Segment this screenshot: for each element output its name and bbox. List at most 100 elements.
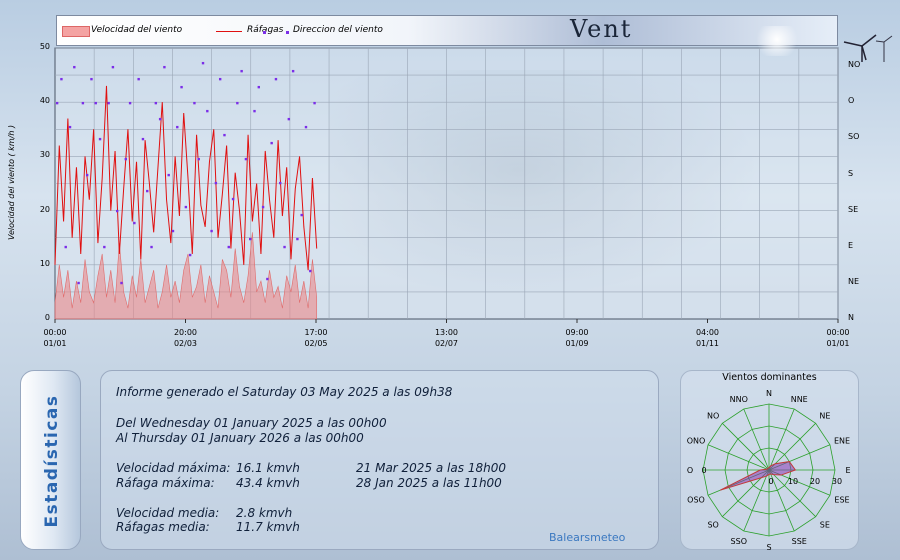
direction-point [163,65,166,69]
direction-point [214,181,218,185]
direction-point [274,77,278,81]
avg-gust-value: 11.7 kmvh [236,520,300,534]
wind-turbine-icon [843,34,893,62]
direction-point [231,197,235,201]
legend-banner: Velocidad del viento Ráfagas Direccion d… [56,15,893,62]
rose-direction-label: SSE [792,537,807,546]
direction-tick-label: E [848,240,854,250]
max-speed-label: Velocidad máxima: [116,461,231,475]
rose-direction-label: S [766,543,771,550]
rose-direction-label: OSO [687,495,705,504]
rose-ring-label: 0 [701,466,706,475]
direction-point [141,137,145,141]
rose-direction-label: NE [819,412,830,421]
direction-point [304,125,308,129]
max-speed-value: 16.1 kmvh [236,461,300,475]
direction-point [158,117,162,121]
rose-direction-label: SSO [731,537,747,546]
direction-point [193,101,196,105]
legend-label-direction: Direccion del viento [293,25,383,35]
brand-link[interactable]: Balearsmeteo [549,531,625,544]
direction-point [167,173,170,177]
y-axis-label: Velocidad del viento ( km/h ) [7,124,16,240]
direction-point [287,117,291,121]
direction-point [240,69,243,73]
rose-direction-label: E [845,466,850,475]
legend-label-speed: Velocidad del viento [91,25,183,35]
avg-speed-value: 2.8 kmvh [236,506,293,520]
rose-direction-label: O [687,466,693,475]
direction-point [94,101,97,105]
direction-point [266,277,269,281]
report-to: Al Thursday 01 January 2026 a las 00h00 [116,431,364,445]
rose-ring-label: 20 [810,477,820,486]
rose-direction-label: ONO [687,437,706,446]
direction-point [81,101,85,105]
x-tick-label: 20:00 02/03 [173,328,198,348]
y-tick-label: 40 [39,96,50,106]
direction-tick-label: N [848,313,854,322]
legend-swatch-speed [62,26,90,37]
direction-point [270,141,273,145]
direction-point [253,109,256,113]
y-tick-label: 0 [44,313,50,322]
max-gust-date: 28 Jan 2025 a las 11h00 [356,476,502,490]
direction-point [313,101,316,105]
direction-point [55,101,59,105]
direction-point [227,245,230,249]
x-tick-label: 09:00 01/09 [565,328,589,348]
sun-graphic [747,26,807,56]
direction-point [128,101,132,105]
direction-point [188,253,192,257]
direction-point [137,77,140,81]
direction-point [249,237,252,241]
legend-dot-2 [286,31,289,34]
max-gust-label: Ráfaga máxima: [116,476,215,490]
rose-direction-label: NNE [791,395,808,404]
direction-tick-label: NO [848,60,861,70]
direction-point [201,61,205,65]
direction-point [176,125,179,129]
rose-direction-label: ESE [834,495,849,504]
direction-point [291,69,295,73]
stats-tab-label: Estadísticas [42,394,62,528]
x-tick-label: 00:00 01/01 [826,328,850,348]
direction-tick-label: NE [848,276,860,286]
direction-point [120,281,123,285]
direction-point [257,85,260,89]
rose-direction-label: ENE [834,437,850,446]
y-tick-label: 30 [39,150,50,160]
x-tick-label: 04:00 01/11 [695,328,720,348]
direction-point [146,189,149,193]
x-tick-label: 00:00 01/01 [43,328,67,348]
direction-point [154,101,158,105]
direction-point [206,109,209,113]
chart-title: Vent [570,15,633,43]
direction-point [296,237,299,241]
direction-point [300,213,303,217]
rose-direction-label: NNO [730,395,748,404]
direction-point [90,77,93,81]
direction-point [244,157,248,161]
direction-point [309,269,312,273]
max-gust-value: 43.4 kmvh [236,476,300,490]
y-tick-label: 20 [39,204,50,214]
rose-ring-label: 30 [832,477,842,486]
rose-ring-label: 0 [768,477,773,486]
direction-point [197,157,200,161]
max-speed-date: 21 Mar 2025 a las 18h00 [356,461,506,475]
legend-dot-1 [263,31,266,34]
rose-direction-label: SE [820,520,830,529]
direction-point [116,209,119,213]
direction-point [103,245,106,249]
direction-point [150,245,153,249]
direction-point [107,101,110,105]
direction-tick-label: O [848,96,855,106]
stats-tab[interactable]: Estadísticas [20,370,81,550]
direction-point [218,77,222,81]
direction-point [98,137,102,141]
rose-direction-label: NO [707,412,719,421]
direction-point [111,65,115,69]
report-generated: Informe generado el Saturday 03 May 2025… [116,385,453,399]
rose-direction-label: N [766,389,772,398]
